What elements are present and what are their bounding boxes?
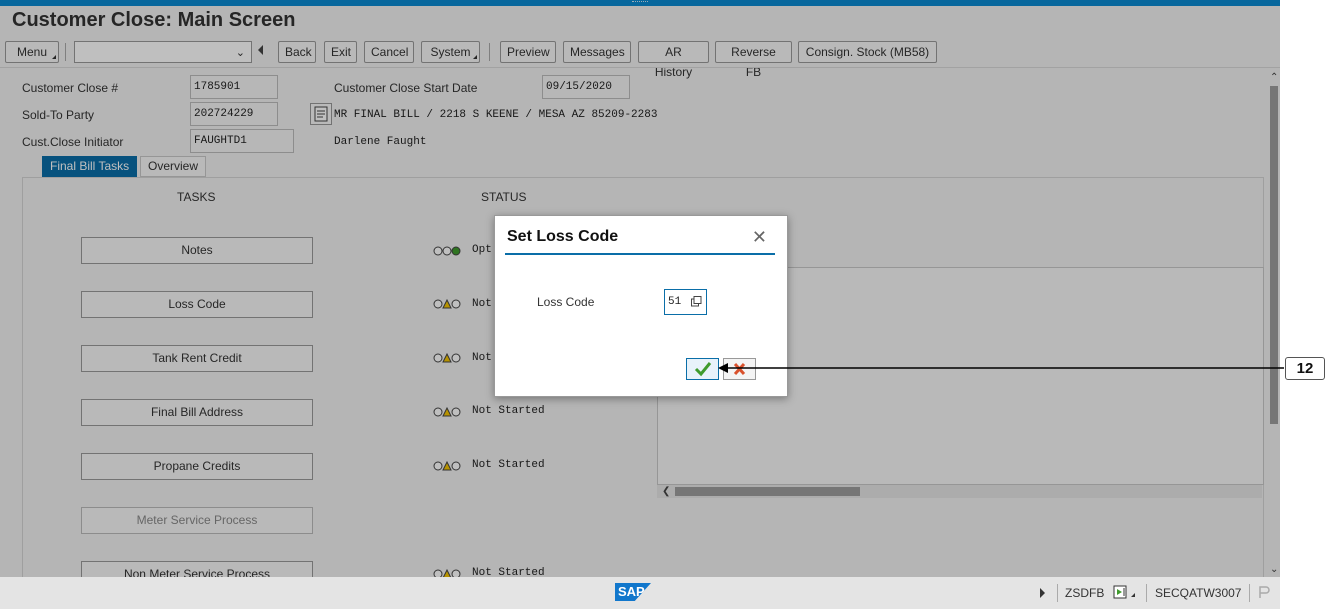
checkmark-icon: [694, 362, 712, 377]
cancel-x-icon: [733, 362, 746, 376]
status-separator: [1146, 584, 1147, 602]
status-bar: SAP ZSDFB SECQATW3007: [0, 577, 1280, 609]
loss-code-value: 51: [668, 296, 682, 308]
value-help-icon[interactable]: [691, 296, 702, 307]
dialog-title-underline: [505, 253, 775, 255]
status-separator: [1057, 584, 1058, 602]
status-separator: [1249, 584, 1250, 602]
cancel-dialog-button[interactable]: [723, 358, 756, 380]
system-id: SECQATW3007: [1155, 586, 1242, 600]
dropdown-corner-icon[interactable]: [1131, 593, 1135, 597]
dialog-title: Set Loss Code: [507, 228, 619, 245]
loss-code-input[interactable]: 51: [664, 289, 707, 315]
expand-status-icon[interactable]: [1040, 588, 1045, 598]
loss-code-label: Loss Code: [537, 295, 595, 309]
confirm-button[interactable]: [686, 358, 719, 380]
step-callout: 12: [1285, 357, 1325, 380]
lock-disabled-icon: [1259, 586, 1270, 598]
set-loss-code-dialog: Set Loss Code ✕ Loss Code 51: [494, 215, 788, 397]
close-icon[interactable]: ✕: [752, 227, 767, 248]
sap-logo: SAP: [615, 583, 651, 601]
server-info-icon[interactable]: [1113, 585, 1129, 599]
transaction-code: ZSDFB: [1065, 586, 1105, 600]
